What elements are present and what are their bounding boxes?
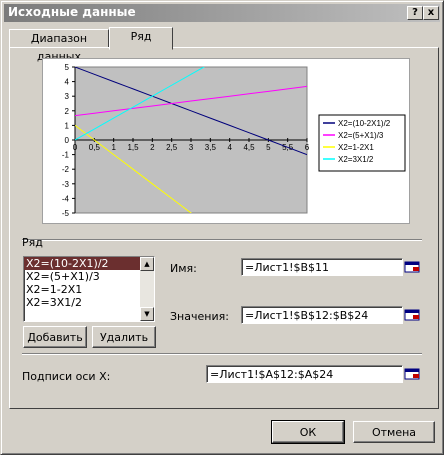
x-tick-label: 5 (266, 143, 271, 152)
y-tick-label: -5 (62, 209, 70, 218)
collapse-dialog-icon (404, 261, 420, 273)
close-button[interactable]: x (423, 6, 439, 20)
tab-panel: 0 0,5 1 1,5 2 2,5 3 3,5 4 4,5 5 5,5 6 5 4 3 2 1 0 -1 -2 -3 -4-… (9, 47, 439, 409)
list-item[interactable]: X2=3X1/2 (24, 296, 154, 309)
y-tick-label: 4 (65, 78, 70, 87)
ok-label: ОК (299, 426, 317, 439)
chart-preview: 0 0,5 1 1,5 2 2,5 3 3,5 4 4,5 5 5,5 6 5 4 3 2 1 0 -1 -2 -3 -4-… (42, 58, 410, 224)
x-labels-ref-button[interactable] (404, 366, 421, 382)
x-tick-label: 1,5 (127, 143, 139, 152)
values-field[interactable]: =Лист1!$B$12:$B$24 (241, 306, 403, 324)
y-tick-label: 5 (65, 63, 70, 72)
name-label: Имя: (170, 262, 197, 275)
source-data-dialog: Исходные данные ? x Диапазон данных Ряд … (0, 0, 444, 455)
y-tick-label: 2 (65, 107, 70, 116)
x-tick-label: 1 (111, 143, 116, 152)
cancel-button[interactable]: Отмена (353, 421, 435, 443)
series-group-label: Ряд (22, 236, 43, 249)
y-tick-label: 3 (65, 92, 70, 101)
x-tick-label: 4,5 (243, 143, 255, 152)
ok-button[interactable]: ОК (271, 420, 345, 444)
collapse-dialog-icon (404, 368, 420, 380)
close-icon: x (427, 7, 435, 18)
legend-entry: X2=(10-2X1)/2 (338, 119, 391, 128)
name-ref-button[interactable] (404, 259, 421, 275)
collapse-dialog-icon (404, 309, 420, 321)
name-field[interactable]: =Лист1!$B$11 (241, 258, 403, 276)
x-tick-label: 0 (73, 143, 78, 152)
x-tick-label: 3 (189, 143, 194, 152)
x-tick-label: 2,5 (166, 143, 178, 152)
values-ref-button[interactable] (404, 307, 421, 323)
cancel-label: Отмена (371, 426, 417, 439)
list-item[interactable]: X2=(5+X1)/3 (24, 270, 154, 283)
y-tick-label: 1 (65, 121, 70, 130)
list-item[interactable]: X2=(10-2X1)/2 (24, 257, 154, 270)
divider (22, 239, 422, 241)
legend-entry: X2=3X1/2 (338, 155, 374, 164)
legend-entry: X2=(5+X1)/3 (338, 131, 384, 140)
title-bar[interactable]: Исходные данные ? x (4, 4, 440, 22)
divider (22, 353, 422, 355)
tab-series-label: Ряд (130, 30, 152, 43)
scroll-up-icon[interactable]: ▲ (140, 257, 154, 271)
y-tick-label: -3 (62, 180, 70, 189)
values-label: Значения: (170, 310, 229, 323)
add-series-button[interactable]: Добавить (23, 326, 87, 348)
y-tick-label: 0 (65, 136, 70, 145)
delete-series-label: Удалить (99, 331, 149, 344)
x-labels-field[interactable]: =Лист1!$A$12:$A$24 (206, 365, 403, 383)
x-tick-label: 2 (150, 143, 155, 152)
x-tick-label: 4 (227, 143, 232, 152)
window-title: Исходные данные (8, 5, 136, 19)
tab-data-range[interactable]: Диапазон данных (9, 29, 109, 63)
x-labels-label: Подписи оси X: (22, 370, 111, 383)
chart-svg: 0 0,5 1 1,5 2 2,5 3 3,5 4 4,5 5 5,5 6543210-1-2-3-4-… (62, 63, 406, 218)
legend-entry: X2=1-2X1 (338, 143, 374, 152)
series-list[interactable]: X2=(10-2X1)/2 X2=(5+X1)/3 X2=1-2X1 X2=3X… (23, 256, 155, 322)
series-list-scrollbar[interactable]: ▲ ▼ (140, 257, 154, 321)
help-button[interactable]: ? (407, 6, 423, 20)
x-tick-label: 6 (305, 143, 310, 152)
scroll-down-icon[interactable]: ▼ (140, 307, 154, 321)
help-icon: ? (412, 7, 418, 18)
y-tick-label: -1 (62, 151, 70, 160)
delete-series-button[interactable]: Удалить (92, 326, 156, 348)
y-tick-label: -4 (62, 194, 70, 203)
tab-series[interactable]: Ряд (109, 27, 173, 50)
add-series-label: Добавить (27, 331, 83, 344)
x-tick-label: 3,5 (205, 143, 217, 152)
y-tick-label: -2 (62, 165, 70, 174)
list-item[interactable]: X2=1-2X1 (24, 283, 154, 296)
x-tick-label: 0,5 (89, 143, 101, 152)
